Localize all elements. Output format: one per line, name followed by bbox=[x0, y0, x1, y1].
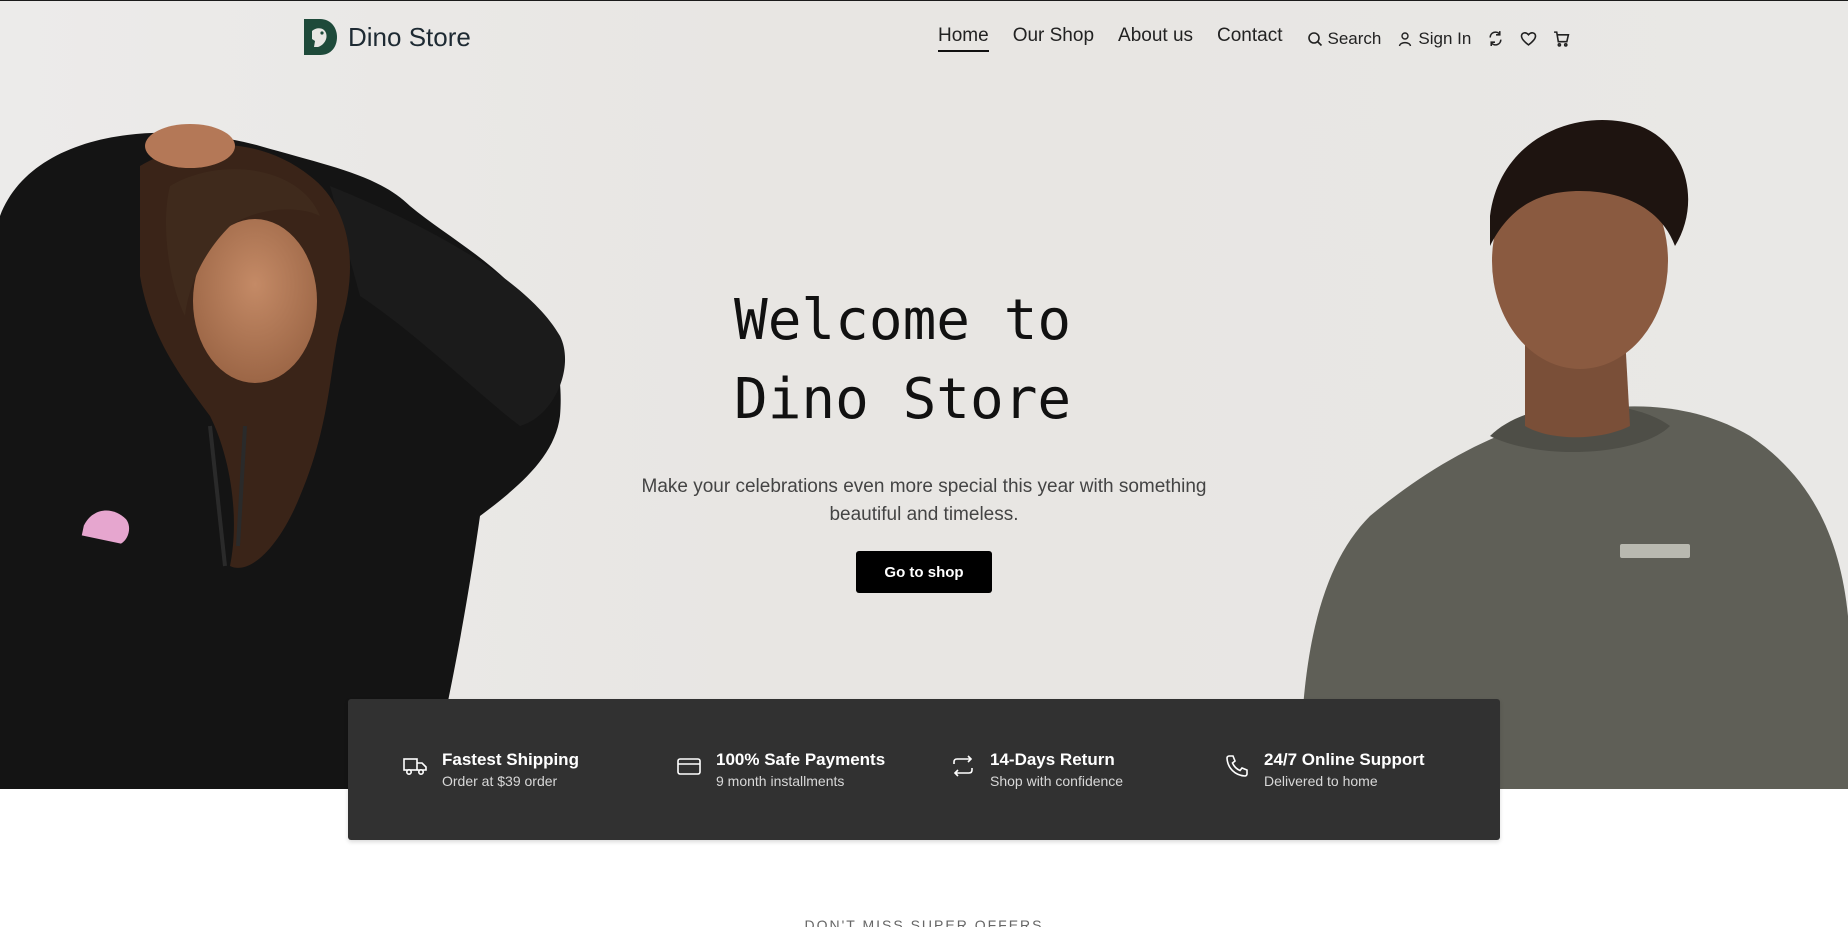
features-bar: Fastest Shipping Order at $39 order 100%… bbox=[348, 699, 1500, 840]
hero-title-line-1: Welcome to bbox=[734, 288, 1072, 353]
section-eyebrow: DON'T MISS SUPER OFFERS bbox=[804, 917, 1044, 927]
hero-model-left-image bbox=[0, 124, 566, 789]
brand-logo[interactable]: Dino Store bbox=[302, 17, 471, 57]
sign-in-label: Sign In bbox=[1418, 28, 1472, 48]
site-header: Dino Store Home Our Shop About us Contac… bbox=[0, 1, 1848, 77]
feature-title: 100% Safe Payments bbox=[716, 749, 886, 769]
refresh-icon bbox=[1489, 31, 1502, 46]
hero-title: Welcome to Dino Store bbox=[734, 281, 1114, 439]
cart-button[interactable] bbox=[1553, 30, 1570, 47]
hero-content: Welcome to Dino Store Make your celebrat… bbox=[624, 281, 1224, 593]
feature-title: Fastest Shipping bbox=[442, 749, 579, 769]
feature-desc: 9 month installments bbox=[716, 772, 845, 789]
search-icon bbox=[1307, 31, 1322, 46]
return-icon bbox=[953, 754, 973, 777]
feature-item: Fastest Shipping Order at $39 order bbox=[402, 749, 676, 791]
search-label: Search bbox=[1327, 28, 1382, 48]
feature-desc: Delivered to home bbox=[1264, 772, 1378, 789]
search-button[interactable]: Search bbox=[1307, 28, 1382, 49]
feature-desc: Shop with confidence bbox=[990, 772, 1124, 789]
phone-icon bbox=[1226, 754, 1248, 777]
hero-subtitle: Make your celebrations even more special… bbox=[641, 476, 1207, 525]
hero-section: Dino Store Home Our Shop About us Contac… bbox=[0, 1, 1848, 789]
nav-our-shop[interactable]: Our Shop bbox=[1013, 25, 1094, 52]
heart-icon bbox=[1520, 32, 1537, 46]
hero-title-line-2: Dino Store bbox=[734, 367, 1072, 432]
sign-in-button[interactable]: Sign In bbox=[1397, 29, 1471, 49]
user-icon bbox=[1399, 31, 1412, 46]
hero-model-right-image bbox=[1300, 120, 1848, 789]
dino-logo-icon bbox=[304, 19, 337, 55]
nav-home[interactable]: Home bbox=[938, 25, 989, 52]
brand-name: Dino Store bbox=[348, 21, 471, 52]
feature-item: 24/7 Online Support Delivered to home bbox=[1224, 749, 1498, 791]
nav-about-us[interactable]: About us bbox=[1118, 25, 1193, 52]
credit-card-icon bbox=[677, 757, 701, 775]
feature-desc: Order at $39 order bbox=[442, 772, 558, 789]
page: Dino Store Home Our Shop About us Contac… bbox=[0, 0, 1848, 927]
feature-item: 14-Days Return Shop with confidence bbox=[950, 749, 1224, 791]
feature-title: 14-Days Return bbox=[990, 749, 1115, 769]
truck-icon bbox=[403, 757, 427, 775]
nav-contact[interactable]: Contact bbox=[1217, 25, 1282, 52]
feature-title: 24/7 Online Support bbox=[1264, 749, 1425, 769]
compare-button[interactable] bbox=[1487, 30, 1504, 47]
main-nav: Home Our Shop About us Contact Search Si… bbox=[938, 25, 1586, 52]
wishlist-button[interactable] bbox=[1520, 30, 1537, 47]
feature-item: 100% Safe Payments 9 month installments bbox=[676, 749, 950, 791]
go-to-shop-button[interactable]: Go to shop bbox=[856, 551, 992, 593]
cart-icon bbox=[1554, 31, 1570, 47]
